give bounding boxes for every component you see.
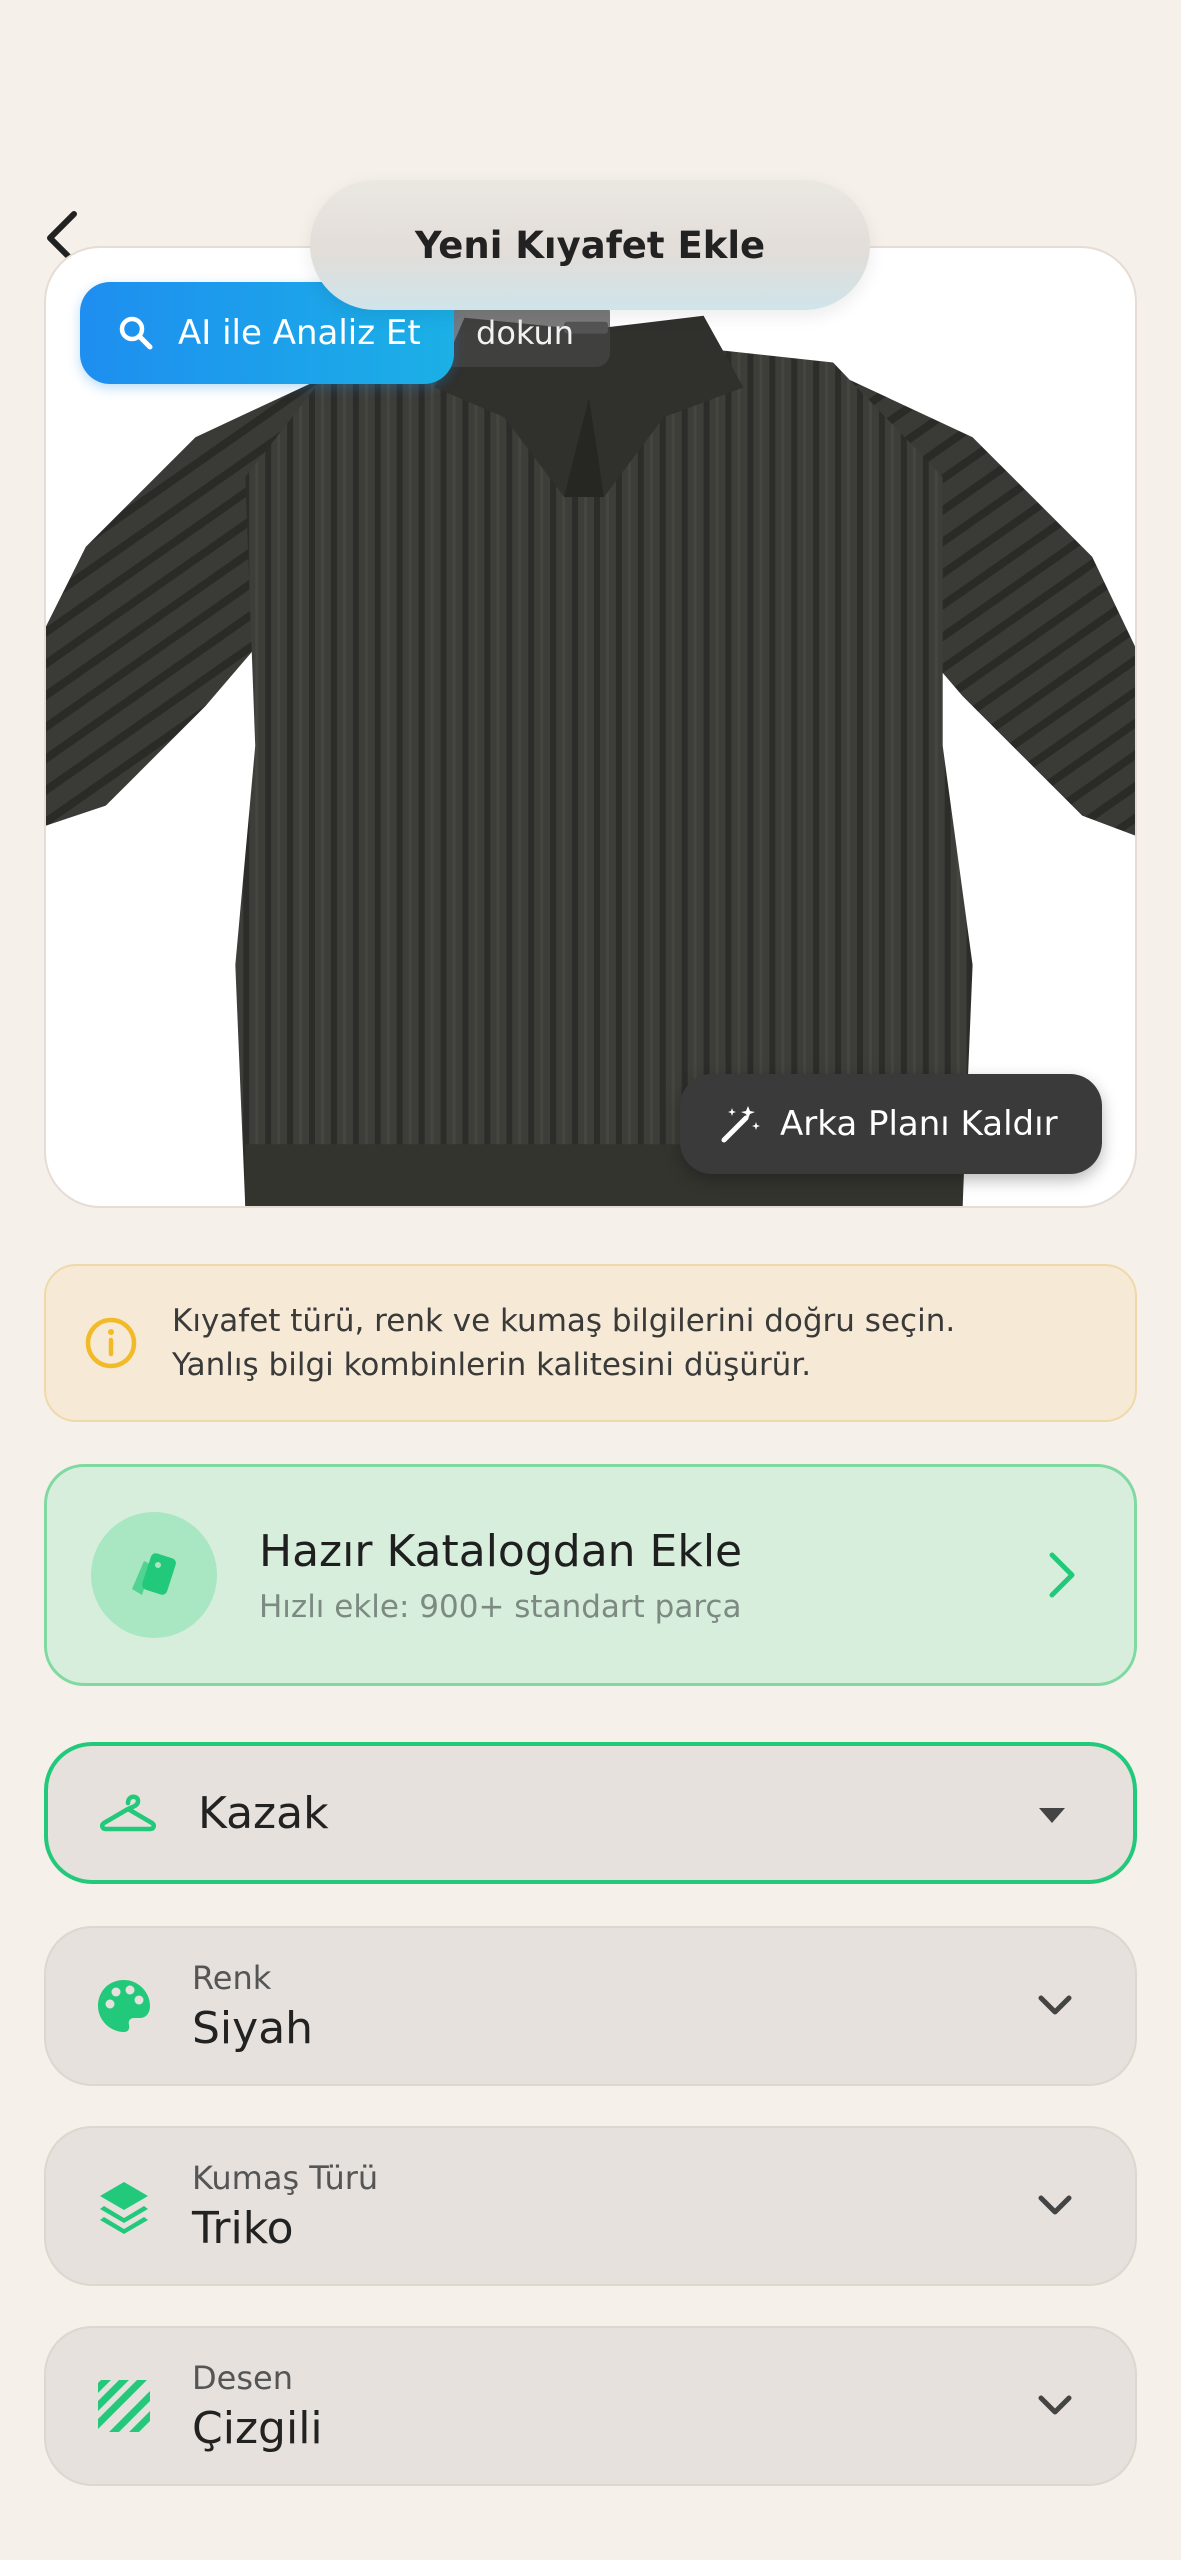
stripes-icon — [98, 2380, 150, 2432]
chevron-right-icon — [1049, 1552, 1075, 1598]
clothing-type-value: Kazak — [198, 1787, 329, 1839]
dropdown-caret-icon — [1039, 1808, 1065, 1823]
catalog-subtitle: Hızlı ekle: 900+ standart parça — [259, 1588, 742, 1625]
info-text-line2: Yanlış bilgi kombinlerin kalitesini düşü… — [172, 1347, 812, 1383]
pattern-label: Desen — [192, 2358, 293, 2397]
fabric-value: Triko — [192, 2202, 294, 2254]
info-text: Kıyafet türü, renk ve kumaş bilgilerini … — [172, 1299, 955, 1387]
header-title-pill: Yeni Kıyafet Ekle — [310, 180, 870, 310]
garment-image-card[interactable]: Arka Planı Kaldır — [44, 246, 1137, 1208]
pattern-value: Çizgili — [192, 2402, 323, 2454]
chevron-down-icon — [1038, 2195, 1072, 2215]
catalog-add-card[interactable]: Hazır Katalogdan Ekle Hızlı ekle: 900+ s… — [44, 1464, 1137, 1686]
color-value: Siyah — [192, 2002, 314, 2054]
color-texts: Renk Siyah — [192, 1959, 313, 2054]
catalog-texts: Hazır Katalogdan Ekle Hızlı ekle: 900+ s… — [259, 1526, 742, 1625]
pattern-select[interactable]: Desen Çizgili — [44, 2326, 1137, 2486]
tap-hint-text: dokun — [476, 314, 574, 352]
catalog-avatar — [91, 1512, 217, 1638]
layers-icon — [100, 2182, 148, 2234]
catalog-title: Hazır Katalogdan Ekle — [259, 1525, 743, 1577]
pattern-texts: Desen Çizgili — [192, 2359, 323, 2454]
magic-wand-icon — [721, 1106, 760, 1143]
search-icon — [119, 316, 153, 350]
clothing-type-select[interactable]: Kazak — [44, 1742, 1137, 1884]
cards-icon — [132, 1553, 176, 1595]
info-warning-box: Kıyafet türü, renk ve kumaş bilgilerini … — [44, 1264, 1137, 1422]
color-select[interactable]: Renk Siyah — [44, 1926, 1137, 2086]
color-label: Renk — [192, 1958, 272, 1997]
info-text-line1: Kıyafet türü, renk ve kumaş bilgilerini … — [172, 1303, 956, 1339]
palette-icon — [98, 1980, 150, 2032]
fabric-texts: Kumaş Türü Triko — [192, 2159, 378, 2254]
remove-background-label: Arka Planı Kaldır — [780, 1104, 1058, 1144]
remove-background-button[interactable]: Arka Planı Kaldır — [680, 1074, 1102, 1174]
chevron-down-icon — [1038, 2395, 1072, 2415]
fabric-label: Kumaş Türü — [192, 2158, 379, 2197]
info-icon — [85, 1317, 137, 1369]
add-clothing-screen: Yeni Kıyafet Ekle Arka Planı Kaldır AI i… — [0, 0, 1181, 2560]
page-title: Yeni Kıyafet Ekle — [414, 223, 766, 267]
fabric-select[interactable]: Kumaş Türü Triko — [44, 2126, 1137, 2286]
chevron-down-icon — [1038, 1995, 1072, 2015]
ai-analyze-label: AI ile Analiz Et — [178, 313, 421, 353]
hanger-icon — [100, 1794, 156, 1832]
garment-photo — [46, 315, 1135, 1206]
